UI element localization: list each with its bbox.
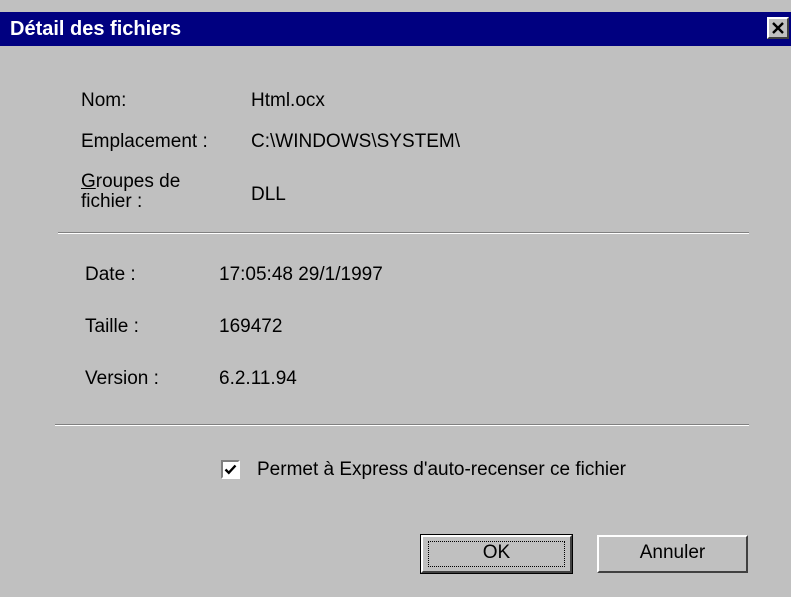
ok-button-label: OK — [482, 542, 511, 563]
close-icon — [772, 22, 784, 34]
name-value: Html.ocx — [251, 90, 325, 111]
window-title: Détail des fichiers — [10, 18, 182, 40]
name-label: Nom: — [81, 90, 127, 111]
file-details-dialog: Détail des fichiers Nom: Html.ocx Emplac… — [0, 0, 791, 597]
size-value: 169472 — [219, 316, 283, 337]
separator-top — [58, 232, 749, 234]
date-label: Date : — [85, 264, 136, 285]
checkmark-icon — [224, 464, 237, 475]
location-value: C:\WINDOWS\SYSTEM\ — [251, 131, 460, 152]
size-label: Taille : — [85, 316, 139, 337]
title-bar[interactable]: Détail des fichiers — [0, 10, 791, 46]
auto-register-label[interactable]: Permet à Express d'auto-recenser ce fich… — [257, 458, 626, 482]
separator-bottom — [55, 424, 749, 426]
version-value: 6.2.11.94 — [219, 368, 297, 389]
file-group-value: DLL — [251, 184, 286, 205]
auto-register-checkbox[interactable] — [221, 460, 240, 479]
ok-button[interactable]: OK — [420, 534, 573, 574]
location-label: Emplacement : — [81, 131, 208, 152]
close-button[interactable] — [767, 17, 789, 39]
file-group-label-accelerator: G — [81, 171, 96, 192]
date-value: 17:05:48 29/1/1997 — [219, 264, 383, 285]
cancel-button-label: Annuler — [639, 542, 706, 563]
file-group-label-text: roupes de fichier : — [81, 171, 181, 212]
cancel-button[interactable]: Annuler — [597, 535, 748, 573]
version-label: Version : — [85, 368, 159, 389]
file-group-label: Groupes de fichier : — [81, 172, 221, 212]
